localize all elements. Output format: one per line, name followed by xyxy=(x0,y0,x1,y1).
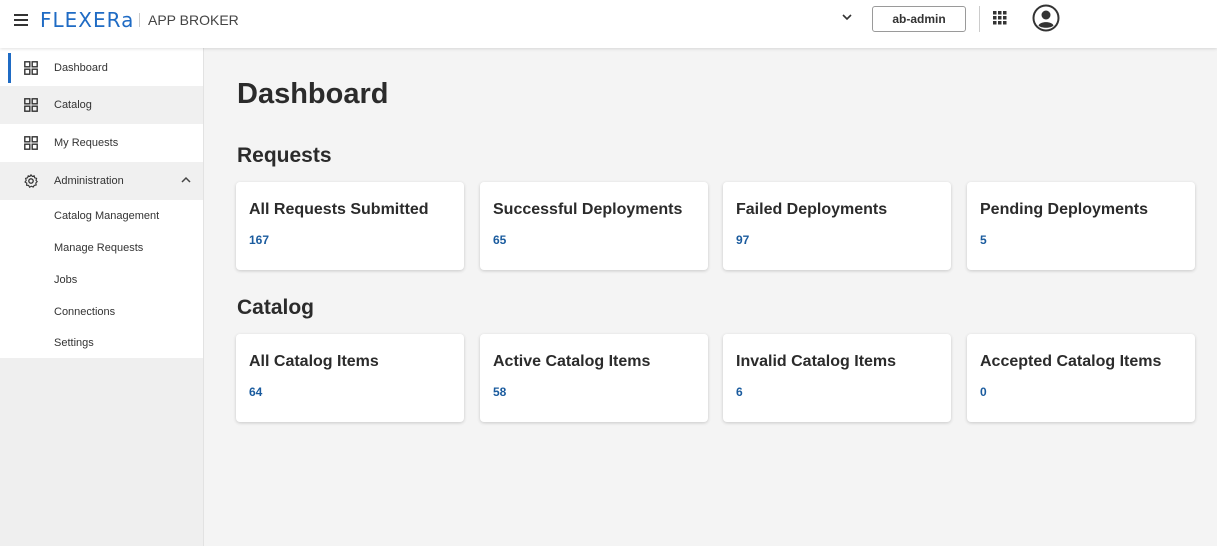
stat-card[interactable]: All Catalog Items 64 xyxy=(236,334,464,422)
stat-card-value[interactable]: 167 xyxy=(249,233,269,247)
stat-card[interactable]: Active Catalog Items 58 xyxy=(480,334,708,422)
sidebar-subitem-connections[interactable]: Connections xyxy=(54,306,115,318)
sidebar-item-dashboard[interactable]: Dashboard xyxy=(0,49,203,87)
stat-card[interactable]: Invalid Catalog Items 6 xyxy=(723,334,951,422)
stat-card-value[interactable]: 6 xyxy=(736,385,743,399)
dashboard-grid-icon xyxy=(24,61,38,75)
gear-icon xyxy=(24,174,38,188)
sidebar-subitem-catalog-management[interactable]: Catalog Management xyxy=(54,210,159,222)
section-title-catalog: Catalog xyxy=(237,296,315,319)
dashboard-grid-icon xyxy=(24,136,38,150)
stat-card-value[interactable]: 0 xyxy=(980,385,987,399)
sidebar-item-my-requests[interactable]: My Requests xyxy=(0,124,203,162)
stat-card-value[interactable]: 5 xyxy=(980,233,987,247)
toolbar-divider xyxy=(979,6,980,32)
user-avatar-icon[interactable] xyxy=(1032,4,1060,32)
logo-divider xyxy=(139,13,140,27)
sidebar-item-administration[interactable]: Administration xyxy=(0,162,203,200)
main-content: Dashboard Requests All Requests Submitte… xyxy=(205,48,1217,546)
stat-card[interactable]: Failed Deployments 97 xyxy=(723,182,951,270)
chevron-down-icon[interactable] xyxy=(838,10,856,28)
section-title-requests: Requests xyxy=(237,144,332,167)
sidebar-item-label: My Requests xyxy=(54,137,119,149)
stat-card-title: All Catalog Items xyxy=(249,353,379,370)
sidebar-item-label: Dashboard xyxy=(54,62,108,74)
stat-card-title: Successful Deployments xyxy=(493,201,683,218)
apps-grid-icon[interactable] xyxy=(993,11,1007,25)
user-menu-button[interactable]: ab-admin xyxy=(872,6,966,32)
stat-card-value[interactable]: 65 xyxy=(493,233,506,247)
sidebar-item-catalog[interactable]: Catalog xyxy=(0,86,203,124)
stat-card[interactable]: All Requests Submitted 167 xyxy=(236,182,464,270)
stat-card-title: Failed Deployments xyxy=(736,201,888,218)
hamburger-icon[interactable] xyxy=(14,14,28,26)
stat-card[interactable]: Successful Deployments 65 xyxy=(480,182,708,270)
stat-card-title: Accepted Catalog Items xyxy=(980,353,1162,370)
sidebar-subitem-manage-requests[interactable]: Manage Requests xyxy=(54,242,143,254)
top-bar: FLEXERa APP BROKER ab-admin xyxy=(0,0,1217,48)
stat-card-value[interactable]: 58 xyxy=(493,385,506,399)
stat-card-title: All Requests Submitted xyxy=(249,201,429,218)
stat-card[interactable]: Pending Deployments 5 xyxy=(967,182,1195,270)
sidebar-subitem-jobs[interactable]: Jobs xyxy=(54,274,77,286)
stat-card-title: Pending Deployments xyxy=(980,201,1149,218)
sidebar-subitem-settings[interactable]: Settings xyxy=(54,337,94,349)
stat-card-title: Active Catalog Items xyxy=(493,353,651,370)
product-name: APP BROKER xyxy=(148,12,239,28)
sidebar-item-label: Catalog xyxy=(54,99,92,111)
sidebar-item-label: Administration xyxy=(54,175,124,187)
flexera-logo[interactable]: FLEXERa xyxy=(40,8,134,32)
dashboard-grid-icon xyxy=(24,98,38,112)
page-title: Dashboard xyxy=(237,78,389,110)
stat-card-value[interactable]: 64 xyxy=(249,385,262,399)
sidebar: Dashboard Catalog My Requests Administra… xyxy=(0,48,204,546)
chevron-up-icon[interactable] xyxy=(180,174,192,186)
stat-card-title: Invalid Catalog Items xyxy=(736,353,897,370)
stat-card[interactable]: Accepted Catalog Items 0 xyxy=(967,334,1195,422)
stat-card-value[interactable]: 97 xyxy=(736,233,749,247)
